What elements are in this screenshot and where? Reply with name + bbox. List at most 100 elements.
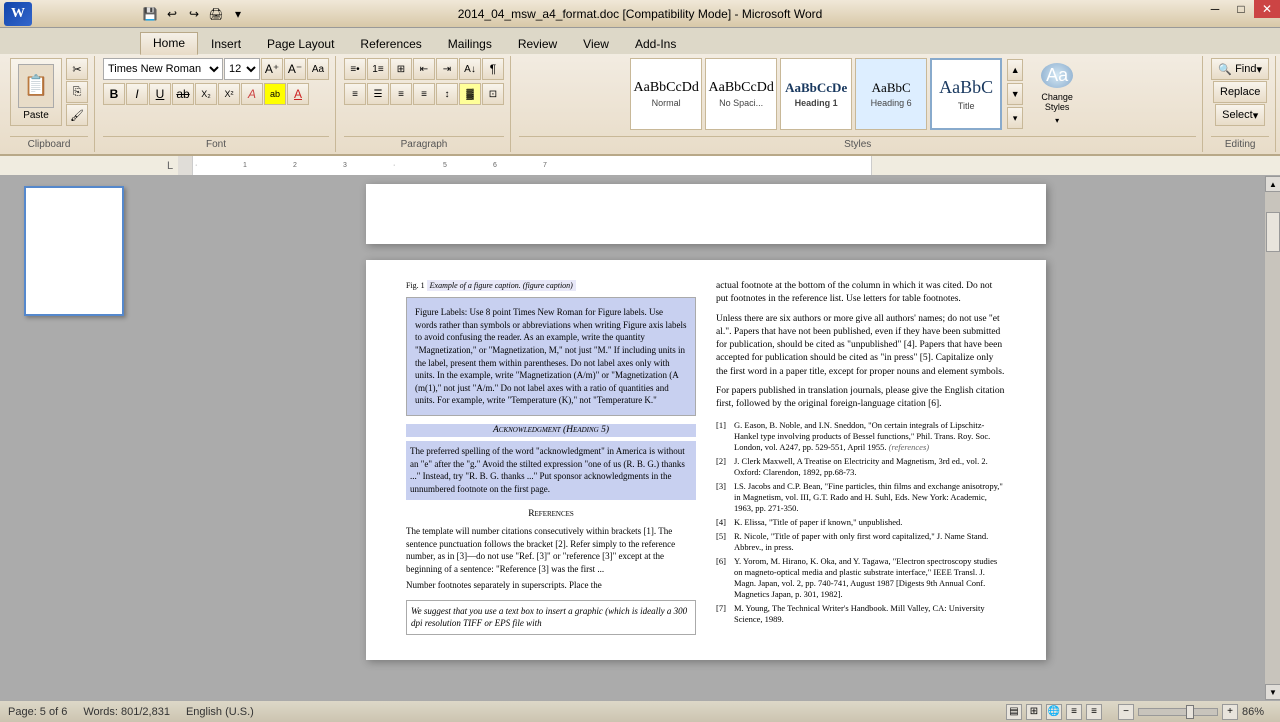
scroll-up-button[interactable]: ▲ [1265, 176, 1280, 192]
tab-add-ins[interactable]: Add-Ins [622, 33, 689, 54]
tab-home[interactable]: Home [140, 32, 198, 55]
minimize-button[interactable]: ─ [1202, 0, 1228, 18]
font-color-button[interactable]: A [287, 83, 309, 105]
ruler-toggle[interactable]: L [162, 160, 178, 172]
select-arrow: ▾ [1253, 109, 1259, 122]
align-left-button[interactable]: ≡ [344, 83, 366, 105]
print-layout-btn[interactable]: ▤ [1006, 704, 1022, 720]
bold-button[interactable]: B [103, 83, 125, 105]
outline-btn[interactable]: ≡ [1066, 704, 1082, 720]
font-grow-button[interactable]: A⁺ [261, 58, 283, 80]
font-name-select[interactable]: Times New Roman [103, 58, 223, 80]
right-para1: actual footnote at the bottom of the col… [716, 280, 1006, 307]
font-shrink-button[interactable]: A⁻ [284, 58, 306, 80]
highlight-button[interactable]: ab [264, 83, 286, 105]
style-no-spacing-label: No Spaci... [719, 98, 763, 108]
replace-button[interactable]: Replace [1213, 81, 1267, 103]
zoom-in-button[interactable]: + [1222, 704, 1238, 720]
paste-button[interactable]: 📋 Paste [10, 58, 62, 126]
clipboard-label: Clipboard [10, 136, 88, 150]
right-column: actual footnote at the bottom of the col… [716, 280, 1006, 635]
styles-scroll-up[interactable]: ▲ [1007, 59, 1023, 81]
draft-btn[interactable]: ≡ [1086, 704, 1102, 720]
status-right: ▤ ⊞ 🌐 ≡ ≡ − + 86% [1006, 704, 1272, 720]
subscript-button[interactable]: X₂ [195, 83, 217, 105]
full-reading-btn[interactable]: ⊞ [1026, 704, 1042, 720]
tab-view[interactable]: View [570, 33, 622, 54]
select-button[interactable]: Select ▾ [1215, 104, 1265, 126]
align-center-button[interactable]: ☰ [367, 83, 389, 105]
vertical-scrollbar[interactable]: ▲ ▼ [1264, 176, 1280, 700]
tab-insert[interactable]: Insert [198, 33, 254, 54]
styles-scroll-down[interactable]: ▼ [1007, 83, 1023, 105]
style-heading6[interactable]: AaBbC Heading 6 [855, 58, 927, 130]
font-group-content: Times New Roman 12 A⁺ A⁻ Aa B I U ab X₂ … [103, 58, 329, 136]
style-title[interactable]: AaBbC Title [930, 58, 1002, 130]
style-normal[interactable]: AaBbCcDd Normal [630, 58, 702, 130]
decrease-indent-button[interactable]: ⇤ [413, 58, 435, 80]
document-area[interactable]: Fig. 1 Example of a figure caption. (fig… [148, 176, 1264, 700]
paragraph-row1: ≡• 1≡ ⊞ ⇤ ⇥ A↓ ¶ [344, 58, 504, 80]
style-heading1[interactable]: AaBbCcDe Heading 1 [780, 58, 852, 130]
italic-button[interactable]: I [126, 83, 148, 105]
text-effects-button[interactable]: A [241, 83, 263, 105]
ref-item-4: [4] K. Elissa, "Title of paper if known,… [716, 517, 1006, 528]
scroll-down-button[interactable]: ▼ [1265, 684, 1280, 700]
underline-button[interactable]: U [149, 83, 171, 105]
page-thumbnail[interactable] [24, 186, 124, 316]
zoom-slider[interactable] [1138, 708, 1218, 716]
zoom-out-button[interactable]: − [1118, 704, 1134, 720]
styles-more[interactable]: ▾ [1007, 107, 1023, 129]
paragraph-row2: ≡ ☰ ≡ ≡ ↕ ▓ ⊡ [344, 83, 504, 105]
maximize-button[interactable]: □ [1228, 0, 1254, 18]
scroll-track[interactable] [1265, 192, 1280, 684]
style-normal-label: Normal [652, 98, 681, 108]
multilevel-list-button[interactable]: ⊞ [390, 58, 412, 80]
close-button[interactable]: ✕ [1254, 0, 1280, 18]
find-button[interactable]: 🔍 Find ▾ [1211, 58, 1269, 80]
cut-button[interactable]: ✂ [66, 58, 88, 80]
strikethrough-button[interactable]: ab [172, 83, 194, 105]
tab-references[interactable]: References [347, 33, 434, 54]
tab-page-layout[interactable]: Page Layout [254, 33, 347, 54]
sort-button[interactable]: A↓ [459, 58, 481, 80]
change-case-button[interactable]: Aa [307, 58, 329, 80]
copy-button[interactable]: ⎘ [66, 81, 88, 103]
print-button[interactable]: 🖨 [206, 4, 226, 24]
font-group: Times New Roman 12 A⁺ A⁻ Aa B I U ab X₂ … [97, 56, 336, 152]
style-no-spacing[interactable]: AaBbCcDd No Spaci... [705, 58, 777, 130]
font-size-select[interactable]: 12 [224, 58, 260, 80]
align-right-button[interactable]: ≡ [390, 83, 412, 105]
change-styles-button[interactable]: Aa ChangeStyles ▾ [1029, 58, 1085, 130]
tab-review[interactable]: Review [505, 33, 570, 54]
find-label: Find [1235, 63, 1256, 75]
save-button[interactable]: 💾 [140, 4, 160, 24]
borders-button[interactable]: ⊡ [482, 83, 504, 105]
clipboard-group-content: 📋 Paste ✂ ⎘ 🖌 [10, 58, 88, 136]
bullets-button[interactable]: ≡• [344, 58, 366, 80]
scroll-thumb[interactable] [1266, 212, 1280, 252]
ruler-area: · 1 2 3 · 5 6 7 [192, 156, 872, 175]
change-styles-icon: Aa [1041, 63, 1073, 88]
zoom-level[interactable]: 86% [1242, 706, 1272, 718]
web-layout-btn[interactable]: 🌐 [1046, 704, 1062, 720]
show-formatting-button[interactable]: ¶ [482, 58, 504, 80]
references-intro: The template will number citations conse… [406, 525, 696, 575]
line-spacing-button[interactable]: ↕ [436, 83, 458, 105]
increase-indent-button[interactable]: ⇥ [436, 58, 458, 80]
justify-button[interactable]: ≡ [413, 83, 435, 105]
zoom-thumb[interactable] [1186, 705, 1194, 719]
quick-access-more[interactable]: ▾ [228, 4, 248, 24]
main-area: Fig. 1 Example of a figure caption. (fig… [0, 176, 1280, 700]
numbering-button[interactable]: 1≡ [367, 58, 389, 80]
editing-group-content: 🔍 Find ▾ Replace Select ▾ [1211, 58, 1269, 136]
shading-button[interactable]: ▓ [459, 83, 481, 105]
format-painter-button[interactable]: 🖌 [66, 104, 88, 126]
redo-button[interactable]: ↪ [184, 4, 204, 24]
ref-item-1: [1] G. Eason, B. Noble, and I.N. Sneddon… [716, 420, 1006, 453]
left-column: Fig. 1 Example of a figure caption. (fig… [406, 280, 696, 635]
superscript-button[interactable]: X² [218, 83, 240, 105]
tab-mailings[interactable]: Mailings [435, 33, 505, 54]
undo-button[interactable]: ↩ [162, 4, 182, 24]
editing-label: Editing [1211, 136, 1269, 150]
